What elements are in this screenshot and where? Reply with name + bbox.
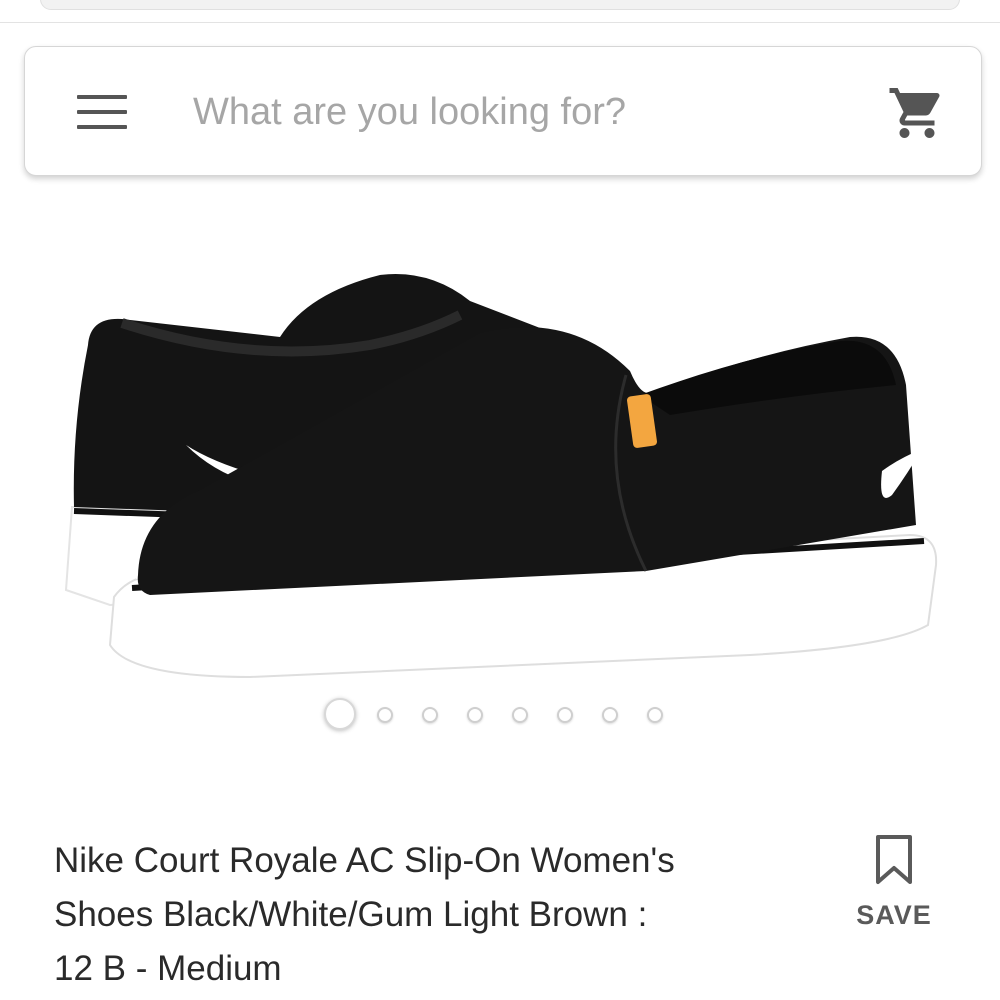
- product-title-line-3: 12 B - Medium: [54, 949, 282, 988]
- address-pill: [40, 0, 960, 10]
- hamburger-menu-icon[interactable]: [77, 95, 127, 129]
- carousel-dot-3[interactable]: [422, 707, 438, 723]
- search-input[interactable]: [193, 83, 833, 141]
- carousel-dot-1[interactable]: [324, 698, 356, 730]
- product-title-line-1: Nike Court Royale AC Slip-On Women's: [54, 841, 675, 880]
- carousel-dot-8[interactable]: [647, 707, 663, 723]
- product-title-line-2: Shoes Black/White/Gum Light Brown :: [54, 895, 648, 934]
- shopping-cart-icon[interactable]: [887, 83, 947, 143]
- carousel-dot-7[interactable]: [602, 707, 618, 723]
- top-browser-strip: [0, 0, 1000, 23]
- product-image[interactable]: [50, 245, 960, 705]
- carousel-dot-5[interactable]: [512, 707, 528, 723]
- search-bar: [24, 46, 982, 176]
- carousel-dot-2[interactable]: [377, 707, 393, 723]
- carousel-dot-6[interactable]: [557, 707, 573, 723]
- save-button[interactable]: SAVE: [846, 832, 942, 942]
- carousel-dot-4[interactable]: [467, 707, 483, 723]
- product-title: Nike Court Royale AC Slip-On Women's Sho…: [54, 834, 834, 996]
- image-carousel-dots: [0, 697, 1000, 733]
- save-label: SAVE: [856, 900, 932, 930]
- bookmark-icon: [876, 835, 912, 884]
